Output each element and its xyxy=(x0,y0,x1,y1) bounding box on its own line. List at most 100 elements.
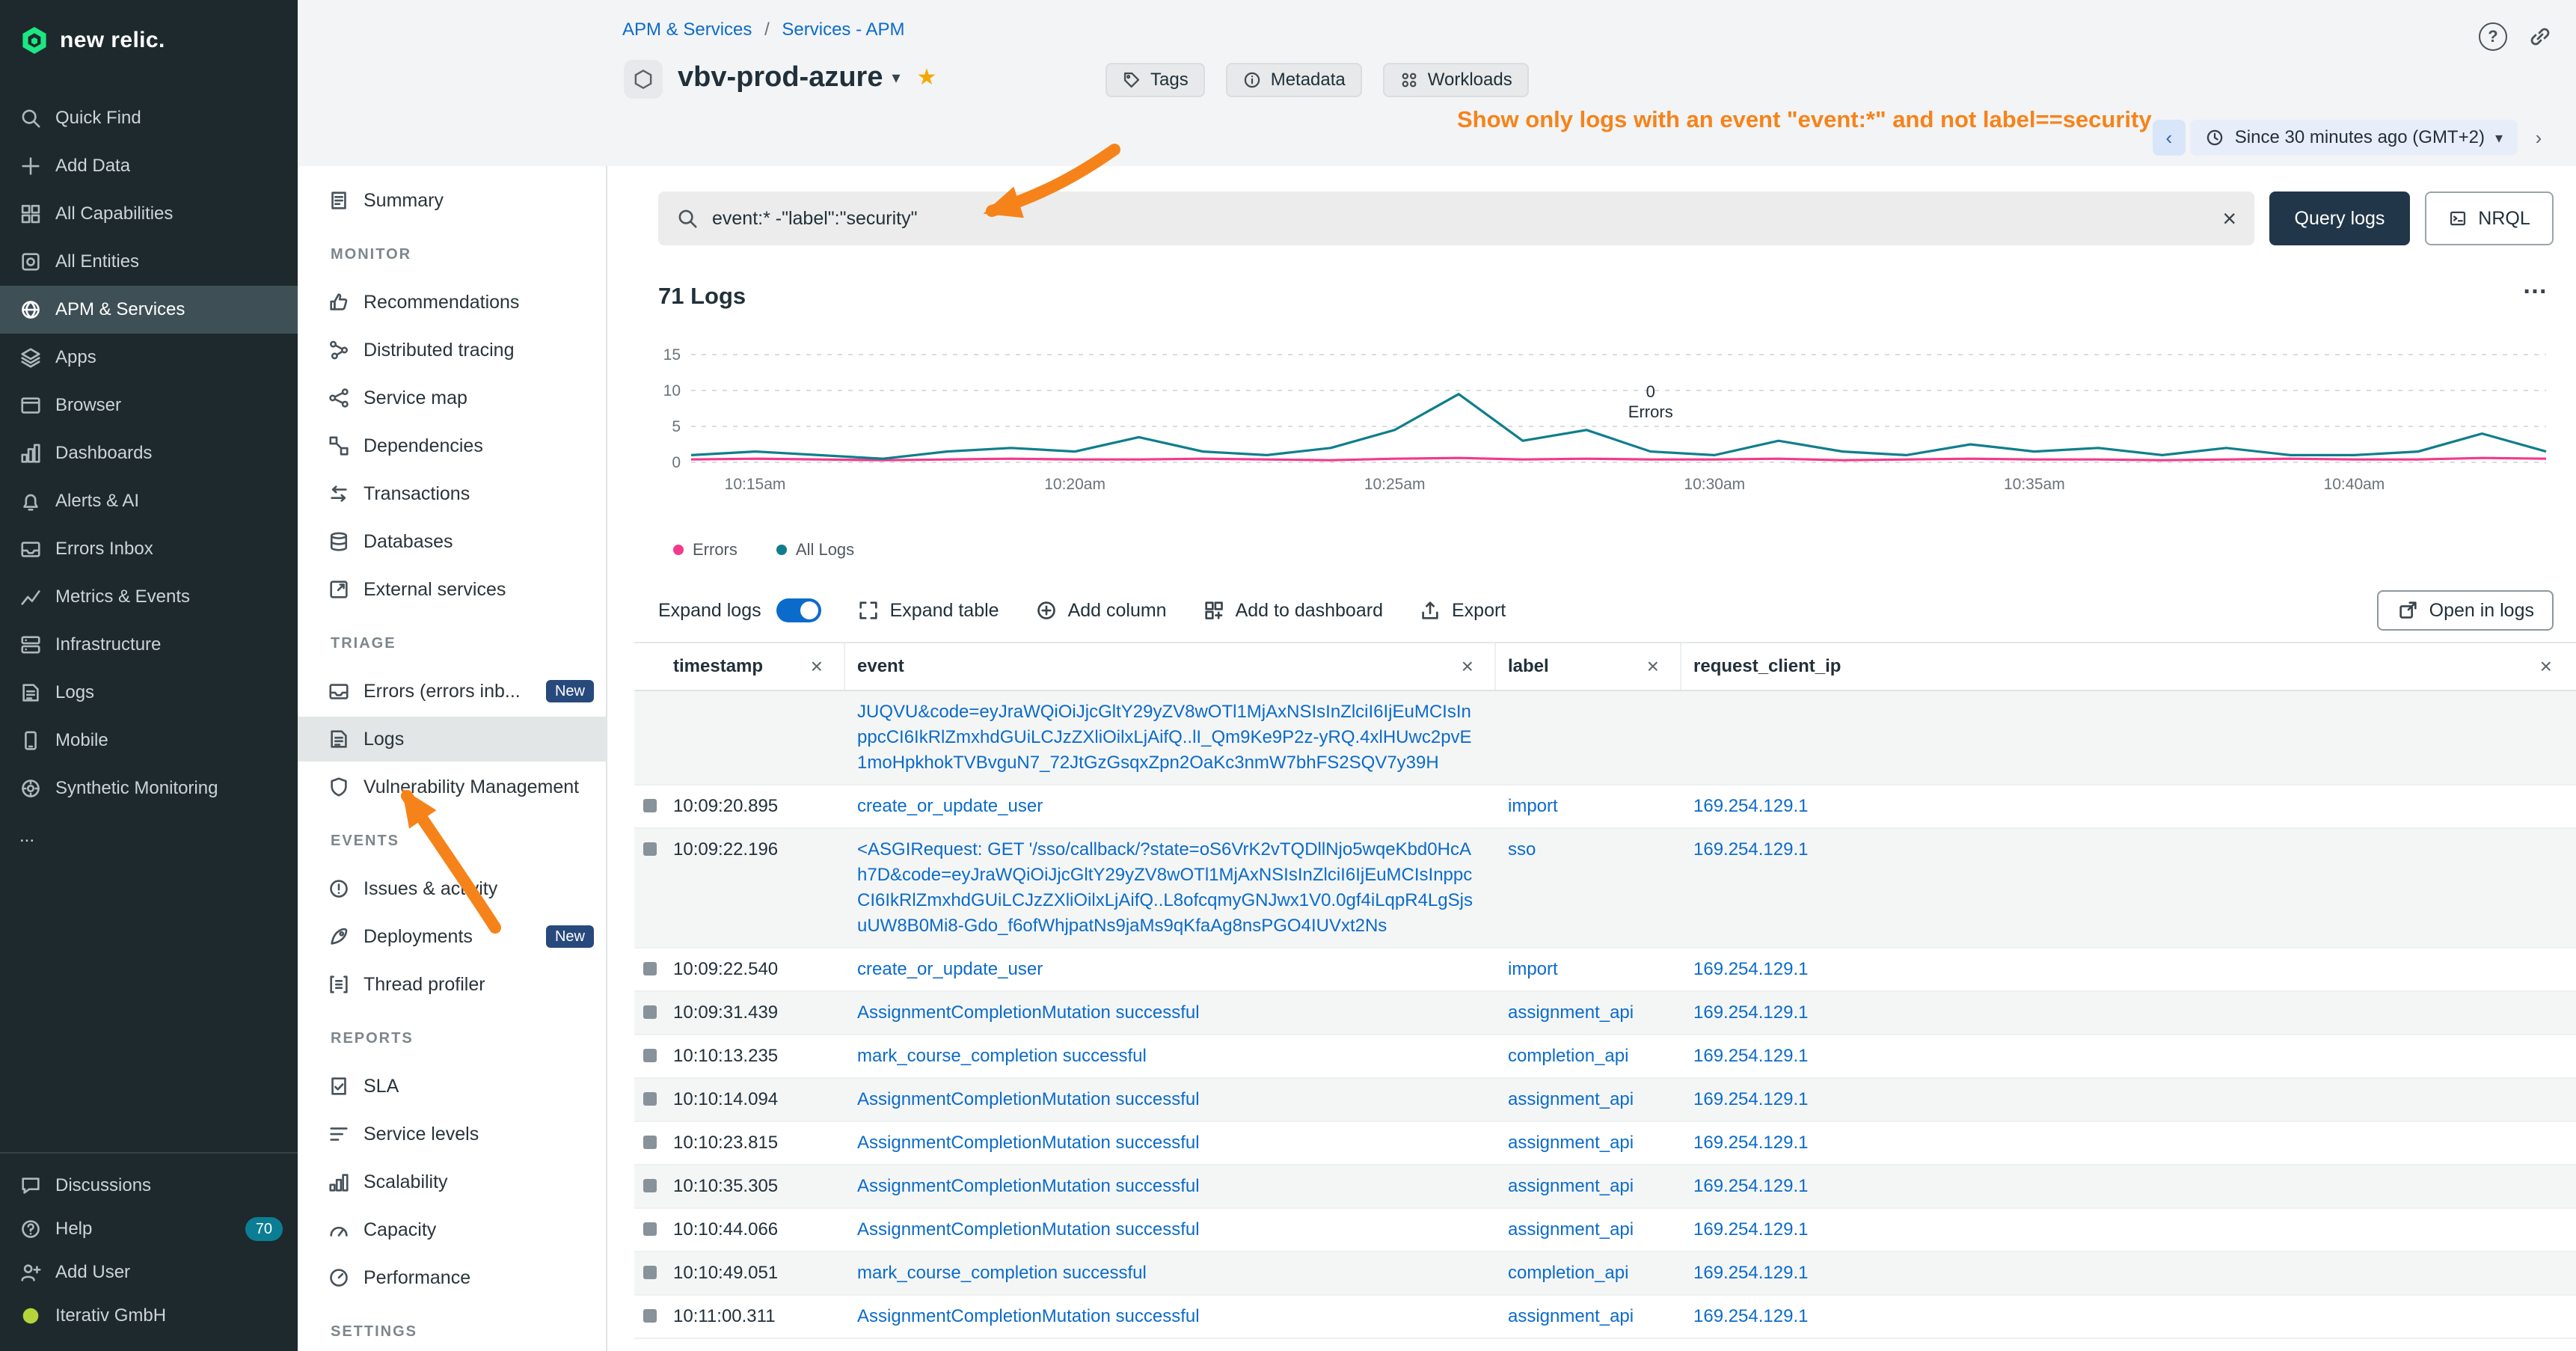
event-link[interactable]: create_or_update_user xyxy=(857,959,1043,979)
row-marker-icon[interactable] xyxy=(643,799,657,812)
label-link[interactable]: assignment_api xyxy=(1508,1176,1634,1196)
ip-link[interactable]: 169.254.129.1 xyxy=(1693,959,1808,979)
column-header-event[interactable]: event× xyxy=(845,643,1496,690)
sidebar-item-synthetic-monitoring[interactable]: Synthetic Monitoring xyxy=(0,765,298,812)
event-link[interactable]: AssignmentCompletionMutation successful xyxy=(857,1089,1200,1109)
sidebar-item-add-data[interactable]: Add Data xyxy=(0,142,298,190)
sidebar-item-add-user[interactable]: Add User xyxy=(0,1251,298,1294)
event-link[interactable]: create_or_update_user xyxy=(857,796,1043,816)
time-forward-button[interactable]: › xyxy=(2522,120,2555,156)
column-header-label[interactable]: label× xyxy=(1496,643,1681,690)
nav-item-summary[interactable]: Summary xyxy=(298,178,606,223)
label-link[interactable]: sso xyxy=(1508,839,1536,860)
nav-item-sla[interactable]: SLA xyxy=(298,1064,606,1109)
help-icon[interactable]: ? xyxy=(2479,22,2507,51)
label-link[interactable]: assignment_api xyxy=(1508,1002,1634,1023)
sidebar-item-all-capabilities[interactable]: All Capabilities xyxy=(0,190,298,238)
sidebar-item-logs[interactable]: Logs xyxy=(0,669,298,717)
remove-column-icon[interactable]: × xyxy=(1462,656,1473,677)
row-marker-icon[interactable] xyxy=(643,1136,657,1149)
label-link[interactable]: import xyxy=(1508,796,1558,816)
ip-link[interactable]: 169.254.129.1 xyxy=(1693,1219,1808,1240)
ip-link[interactable]: 169.254.129.1 xyxy=(1693,1176,1808,1196)
label-link[interactable]: assignment_api xyxy=(1508,1133,1634,1153)
sidebar-item-infrastructure[interactable]: Infrastructure xyxy=(0,621,298,669)
event-link[interactable]: JUQVU&code=eyJraWQiOiJjcGltY29yZV8wOTl1M… xyxy=(857,702,1472,773)
label-link[interactable]: import xyxy=(1508,959,1558,979)
table-row[interactable]: 10:10:14.094AssignmentCompletionMutation… xyxy=(634,1079,2576,1122)
label-link[interactable]: completion_api xyxy=(1508,1046,1628,1066)
sidebar-item-all-entities[interactable]: All Entities xyxy=(0,238,298,286)
table-row[interactable]: 10:10:49.051mark_course_completion succe… xyxy=(634,1252,2576,1296)
sidebar-item-iterativ-gmbh[interactable]: Iterativ GmbH xyxy=(0,1294,298,1338)
sidebar-item-alerts-ai[interactable]: Alerts & AI xyxy=(0,477,298,525)
page-title[interactable]: vbv-prod-azure xyxy=(678,61,883,94)
nav-item-transactions[interactable]: Transactions xyxy=(298,471,606,516)
nav-item-performance[interactable]: Performance xyxy=(298,1255,606,1300)
expand-table-button[interactable]: Expand table xyxy=(857,599,999,622)
row-marker-icon[interactable] xyxy=(643,1179,657,1192)
clear-query-icon[interactable]: × xyxy=(2222,206,2236,230)
breadcrumb-services-apm[interactable]: Services - APM xyxy=(782,19,904,40)
sidebar-item-dashboards[interactable]: Dashboards xyxy=(0,429,298,477)
table-row[interactable]: 10:10:35.305AssignmentCompletionMutation… xyxy=(634,1165,2576,1209)
label-link[interactable]: assignment_api xyxy=(1508,1306,1634,1326)
remove-column-icon[interactable]: × xyxy=(811,656,823,677)
breadcrumb-apm-services[interactable]: APM & Services xyxy=(622,19,752,40)
open-in-logs-button[interactable]: Open in logs xyxy=(2377,590,2554,631)
ip-link[interactable]: 169.254.129.1 xyxy=(1693,796,1808,816)
row-marker-icon[interactable] xyxy=(643,1049,657,1062)
table-row[interactable]: 10:09:22.196<ASGIRequest: GET '/sso/call… xyxy=(634,829,2576,949)
legend-item-errors[interactable]: Errors xyxy=(673,540,737,560)
sidebar-item-mobile[interactable]: Mobile xyxy=(0,717,298,765)
expand-logs-toggle[interactable] xyxy=(776,598,821,622)
ip-link[interactable]: 169.254.129.1 xyxy=(1693,1263,1808,1283)
sidebar-item-more[interactable]: ... xyxy=(0,812,298,860)
sidebar-item-metrics-events[interactable]: Metrics & Events xyxy=(0,573,298,621)
table-row[interactable]: 10:09:20.895create_or_update_userimport1… xyxy=(634,785,2576,829)
nav-item-recommendations[interactable]: Recommendations xyxy=(298,280,606,325)
event-link[interactable]: AssignmentCompletionMutation successful xyxy=(857,1002,1200,1023)
event-link[interactable]: AssignmentCompletionMutation successful xyxy=(857,1219,1200,1240)
event-link[interactable]: AssignmentCompletionMutation successful xyxy=(857,1306,1200,1326)
nav-item-capacity[interactable]: Capacity xyxy=(298,1207,606,1252)
add-to-dashboard-button[interactable]: Add to dashboard xyxy=(1203,599,1383,622)
row-marker-icon[interactable] xyxy=(643,842,657,856)
event-link[interactable]: AssignmentCompletionMutation successful xyxy=(857,1176,1200,1196)
nrql-button[interactable]: NRQL xyxy=(2425,192,2554,245)
table-row[interactable]: 10:10:13.235mark_course_completion succe… xyxy=(634,1035,2576,1079)
nav-item-scalability[interactable]: Scalability xyxy=(298,1159,606,1204)
row-marker-icon[interactable] xyxy=(643,1266,657,1279)
title-chevron-down-icon[interactable]: ▾ xyxy=(892,68,900,88)
label-link[interactable]: completion_api xyxy=(1508,1263,1628,1283)
row-marker-icon[interactable] xyxy=(643,1005,657,1019)
nav-item-thread-profiler[interactable]: Thread profiler xyxy=(298,962,606,1007)
logs-query-input[interactable] xyxy=(712,208,2209,230)
nav-item-logs[interactable]: Logs xyxy=(298,717,606,762)
event-link[interactable]: mark_course_completion successful xyxy=(857,1263,1147,1283)
ip-link[interactable]: 169.254.129.1 xyxy=(1693,839,1808,860)
table-row[interactable]: JUQVU&code=eyJraWQiOiJjcGltY29yZV8wOTl1M… xyxy=(634,691,2576,785)
nav-item-service-map[interactable]: Service map xyxy=(298,376,606,420)
metadata-button[interactable]: Metadata xyxy=(1226,63,1362,97)
table-row[interactable]: 10:10:23.815AssignmentCompletionMutation… xyxy=(634,1122,2576,1165)
nav-item-dependencies[interactable]: Dependencies xyxy=(298,423,606,468)
time-range-button[interactable]: Since 30 minutes ago (GMT+2) ▾ xyxy=(2190,120,2518,156)
event-link[interactable]: <ASGIRequest: GET '/sso/callback/?state=… xyxy=(857,839,1473,936)
table-row[interactable]: 10:09:22.540create_or_update_userimport1… xyxy=(634,949,2576,992)
export-button[interactable]: Export xyxy=(1419,599,1506,622)
table-row[interactable]: 10:11:00.311AssignmentCompletionMutation… xyxy=(634,1296,2576,1339)
more-menu-icon[interactable]: … xyxy=(2522,271,2549,300)
ip-link[interactable]: 169.254.129.1 xyxy=(1693,1002,1808,1023)
label-link[interactable]: assignment_api xyxy=(1508,1219,1634,1240)
nav-item-external-services[interactable]: External services xyxy=(298,567,606,612)
sidebar-item-discussions[interactable]: Discussions xyxy=(0,1164,298,1207)
add-column-button[interactable]: Add column xyxy=(1035,599,1167,622)
nav-item-deployments[interactable]: DeploymentsNew xyxy=(298,914,606,959)
sidebar-item-apm-services[interactable]: APM & Services xyxy=(0,286,298,334)
sidebar-item-browser[interactable]: Browser xyxy=(0,382,298,429)
legend-item-all-logs[interactable]: All Logs xyxy=(776,540,854,560)
event-link[interactable]: mark_course_completion successful xyxy=(857,1046,1147,1066)
sidebar-item-errors-inbox[interactable]: Errors Inbox xyxy=(0,525,298,573)
nav-item-distributed-tracing[interactable]: Distributed tracing xyxy=(298,328,606,373)
